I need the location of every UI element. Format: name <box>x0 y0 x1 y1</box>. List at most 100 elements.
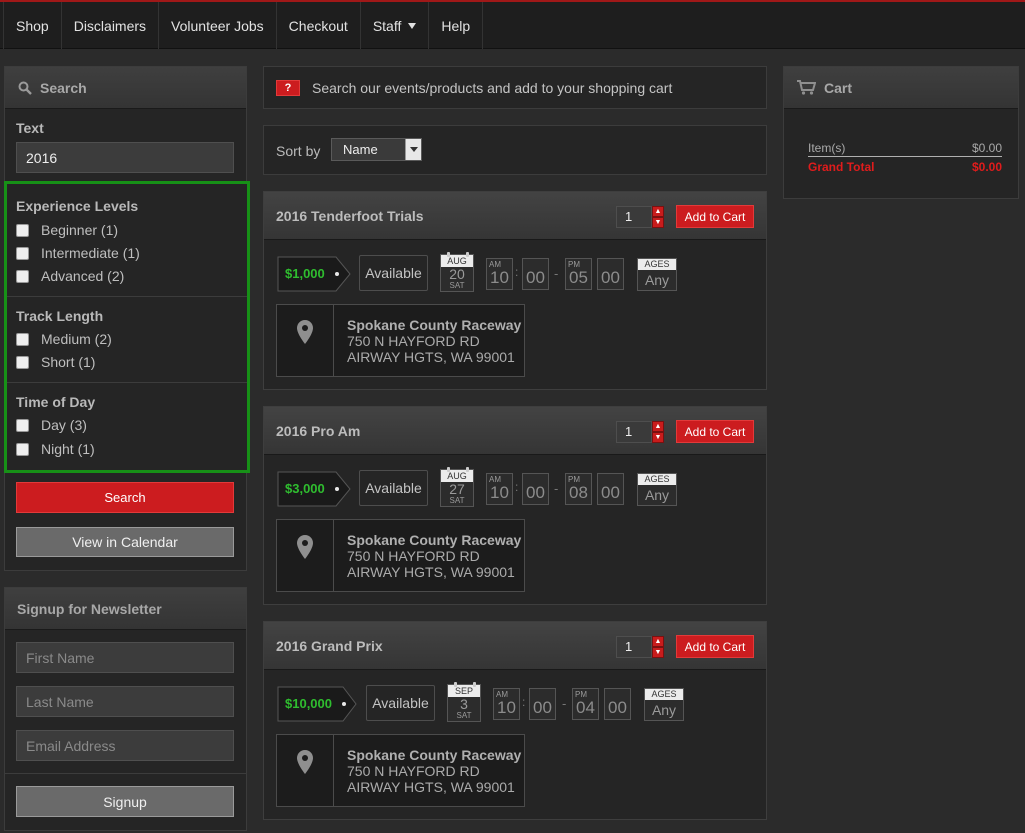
divider <box>5 773 246 774</box>
checkbox[interactable] <box>16 223 29 237</box>
email-input[interactable] <box>16 730 234 761</box>
quantity-input[interactable]: 1 <box>616 421 652 443</box>
ages-value: Any <box>644 487 670 503</box>
start-minute: 00 <box>529 688 556 720</box>
nav-volunteer-jobs[interactable]: Volunteer Jobs <box>159 2 277 49</box>
event-title[interactable]: 2016 Tenderfoot Trials <box>276 208 424 224</box>
facet-label: Day (3) <box>41 417 87 433</box>
event-weekday: SAT <box>449 496 465 505</box>
time-colon: : <box>515 480 519 494</box>
quantity-stepper[interactable]: ▲ ▼ <box>652 636 664 658</box>
end-hour: PM 05 <box>565 258 592 290</box>
start-hour: AM 10 <box>493 688 520 720</box>
nav-shop[interactable]: Shop <box>3 2 62 49</box>
quantity-stepper[interactable]: ▲ ▼ <box>652 421 664 443</box>
sort-bar: Sort by Name <box>263 125 767 175</box>
nav-checkout[interactable]: Checkout <box>277 2 361 49</box>
facet-label: Advanced (2) <box>41 268 125 284</box>
event-title[interactable]: 2016 Pro Am <box>276 423 360 439</box>
cart-panel: Cart Item(s) $0.00 Grand Total $0.00 <box>783 66 1019 199</box>
facet-label: Beginner (1) <box>41 222 119 238</box>
chevron-down-icon <box>405 139 421 160</box>
search-panel-title: Search <box>40 79 87 96</box>
last-name-input[interactable] <box>16 686 234 717</box>
facet-title-time-of-day: Time of Day <box>16 394 96 410</box>
stepper-up-icon[interactable]: ▲ <box>652 421 664 432</box>
stepper-down-icon[interactable]: ▼ <box>652 217 664 228</box>
add-to-cart-button[interactable]: Add to Cart <box>676 420 754 443</box>
nav-disclaimers[interactable]: Disclaimers <box>62 2 160 49</box>
main-nav: Shop Disclaimers Volunteer Jobs Checkout… <box>0 2 1025 49</box>
ages-box: AGES Any <box>637 473 677 506</box>
stepper-up-icon[interactable]: ▲ <box>652 206 664 217</box>
event-title[interactable]: 2016 Grand Prix <box>276 638 383 654</box>
view-calendar-button[interactable]: View in Calendar <box>16 527 234 557</box>
checkbox[interactable] <box>16 442 29 456</box>
time-separator: - <box>554 481 559 496</box>
event-day: 3 <box>460 696 468 712</box>
checkbox[interactable] <box>16 418 29 432</box>
end-hour: PM 08 <box>565 473 592 505</box>
quantity-input[interactable]: 1 <box>616 206 652 228</box>
checkbox[interactable] <box>16 332 29 346</box>
nav-label: Disclaimers <box>73 17 147 34</box>
filter-facets: Experience Levels Beginner (1) Intermedi… <box>4 181 250 473</box>
quantity-input[interactable]: 1 <box>616 636 652 658</box>
event-header: 2016 Pro Am 1 ▲ ▼ Add to Cart <box>264 407 766 455</box>
facet-label: Night (1) <box>41 441 95 457</box>
signup-button[interactable]: Signup <box>16 786 234 817</box>
cart-title: Cart <box>824 79 853 96</box>
venue-address-line2: AIRWAY HGTS, WA 99001 <box>347 779 515 795</box>
sort-select[interactable]: Name <box>331 138 422 161</box>
newsletter-title: Signup for Newsletter <box>17 600 162 617</box>
sort-selected-value: Name <box>343 142 378 157</box>
stepper-down-icon[interactable]: ▼ <box>652 432 664 443</box>
venue-name: Spokane County Raceway <box>347 532 522 548</box>
facet-title-experience: Experience Levels <box>16 198 139 214</box>
nav-help[interactable]: Help <box>429 2 484 49</box>
venue-address-line1: 750 N HAYFORD RD <box>347 333 480 349</box>
facet-night[interactable]: Night (1) <box>16 440 95 458</box>
end-minute: 00 <box>597 258 624 290</box>
nav-label: Staff <box>372 17 402 34</box>
facet-advanced[interactable]: Advanced (2) <box>16 267 124 285</box>
venue-name: Spokane County Raceway <box>347 747 522 763</box>
stepper-up-icon[interactable]: ▲ <box>652 636 664 647</box>
facet-label: Intermediate (1) <box>41 245 140 261</box>
facet-title-track-length: Track Length <box>16 308 104 324</box>
add-to-cart-button[interactable]: Add to Cart <box>676 635 754 658</box>
venue-name: Spokane County Raceway <box>347 317 522 333</box>
checkbox[interactable] <box>16 269 29 283</box>
map-pin-icon <box>297 750 313 774</box>
calendar-icon: SEP 3 SAT <box>447 682 481 722</box>
search-text-input[interactable] <box>16 142 234 173</box>
event-header: 2016 Tenderfoot Trials 1 ▲ ▼ Add to Cart <box>264 192 766 240</box>
facet-label: Medium (2) <box>41 331 112 347</box>
checkbox[interactable] <box>16 246 29 260</box>
time-separator: - <box>554 266 559 281</box>
start-minute: 00 <box>522 258 549 290</box>
facet-short[interactable]: Short (1) <box>16 353 95 371</box>
facet-intermediate[interactable]: Intermediate (1) <box>16 244 140 262</box>
facet-beginner[interactable]: Beginner (1) <box>16 221 118 239</box>
stepper-down-icon[interactable]: ▼ <box>652 647 664 658</box>
first-name-input[interactable] <box>16 642 234 673</box>
divider <box>808 156 1002 157</box>
quantity-stepper[interactable]: ▲ ▼ <box>652 206 664 228</box>
availability-badge: Available <box>366 685 435 721</box>
facet-medium[interactable]: Medium (2) <box>16 330 112 348</box>
ages-label: AGES <box>638 259 676 270</box>
nav-staff[interactable]: Staff <box>361 2 430 49</box>
divider <box>7 382 247 383</box>
checkbox[interactable] <box>16 355 29 369</box>
venue-address-line1: 750 N HAYFORD RD <box>347 548 480 564</box>
search-icon <box>18 81 32 95</box>
venue-box: Spokane County Raceway 750 N HAYFORD RD … <box>276 304 525 377</box>
facet-day[interactable]: Day (3) <box>16 416 87 434</box>
venue-icon-area <box>277 305 334 376</box>
ages-value: Any <box>644 272 670 288</box>
venue-box: Spokane County Raceway 750 N HAYFORD RD … <box>276 519 525 592</box>
add-to-cart-button[interactable]: Add to Cart <box>676 205 754 228</box>
availability-badge: Available <box>359 255 428 291</box>
search-button[interactable]: Search <box>16 482 234 513</box>
